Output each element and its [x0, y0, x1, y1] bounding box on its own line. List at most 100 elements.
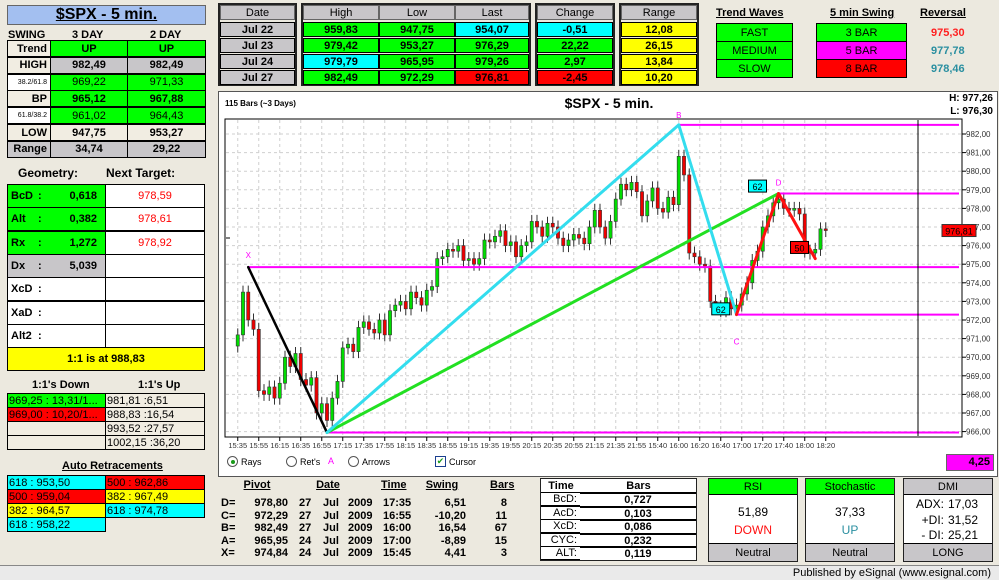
y-tick-label: 982,00	[966, 130, 991, 139]
pivot-label-d: D	[776, 179, 782, 188]
x-tick-label: 18:35	[417, 441, 436, 450]
candle-up	[435, 258, 440, 287]
candle-down	[692, 252, 697, 258]
x-tick-label: 15:40	[648, 441, 667, 450]
candle-up	[650, 187, 655, 202]
candle-down	[272, 386, 277, 399]
candle-down	[414, 291, 419, 298]
candle-up	[545, 222, 550, 237]
y-tick-label: 976,00	[966, 242, 991, 251]
ratio-tag-label: 62	[716, 305, 726, 315]
x-tick-label: 17:15	[333, 441, 352, 450]
candle-up	[424, 289, 429, 306]
candle-up	[587, 226, 592, 245]
candle-up	[346, 343, 350, 349]
x-tick-label: 16:15	[270, 441, 289, 450]
x-tick-label: 19:15	[459, 441, 478, 450]
candle-up	[482, 239, 487, 259]
pivot-a-label: A	[328, 456, 335, 466]
x-tick-label: 18:20	[816, 441, 835, 450]
candle-down	[655, 187, 660, 209]
x-tick-label: 20:35	[543, 441, 562, 450]
x-tick-label: 21:55	[627, 441, 646, 450]
x-tick-label: 16:00	[669, 441, 688, 450]
candle-up	[676, 156, 681, 205]
y-tick-label: 971,00	[966, 335, 991, 344]
y-tick-label: 980,00	[966, 167, 991, 176]
x-tick-label: 16:40	[711, 441, 730, 450]
candle-down	[577, 234, 581, 239]
candle-up	[319, 403, 324, 414]
candle-down	[598, 209, 602, 228]
y-tick-label: 970,00	[966, 353, 991, 362]
candle-up	[241, 291, 245, 336]
candle-down	[351, 343, 356, 352]
candle-up	[818, 228, 823, 250]
candle-down	[262, 390, 266, 395]
last-price-label: 976,81	[945, 227, 973, 237]
rets-radio[interactable]: Ret's	[286, 456, 320, 467]
candle-up	[267, 386, 272, 395]
x-tick-label: 17:35	[354, 441, 373, 450]
price-chart[interactable]: 982,00981,00980,00979,00978,00977,00976,…	[0, 0, 999, 580]
y-tick-label: 966,00	[966, 428, 991, 437]
candle-down	[535, 221, 539, 228]
candle-down	[561, 237, 566, 246]
candle-up	[283, 356, 287, 384]
radio-icon	[286, 456, 297, 467]
radio-icon	[348, 456, 359, 467]
candle-up	[277, 382, 282, 399]
rets-label: Ret's	[300, 456, 321, 467]
y-tick-label: 974,00	[966, 279, 991, 288]
x-tick-label: 20:55	[564, 441, 583, 450]
candle-down	[634, 182, 639, 192]
candle-up	[430, 286, 434, 291]
pivot-label-x: X	[246, 251, 252, 260]
candle-up	[356, 327, 361, 352]
candle-down	[550, 222, 555, 228]
y-tick-label: 975,00	[966, 260, 991, 269]
y-tick-label: 979,00	[966, 186, 991, 195]
candle-up	[508, 241, 513, 246]
candle-down	[503, 230, 508, 246]
candle-up	[477, 258, 482, 265]
y-tick-label: 978,00	[966, 204, 991, 213]
candle-up	[393, 304, 398, 311]
x-tick-label: 18:15	[396, 441, 415, 450]
candle-down	[403, 301, 408, 310]
candle-down	[823, 228, 828, 231]
candle-up	[440, 256, 445, 259]
candle-up	[519, 245, 524, 258]
y-tick-label: 968,00	[966, 390, 991, 399]
pivot-label-b: B	[676, 111, 681, 120]
candle-up	[445, 249, 450, 258]
footer-credit: Published by eSignal (www.esignal.com)	[792, 567, 991, 579]
plot-area	[224, 118, 963, 438]
x-tick-label: 17:55	[375, 441, 394, 450]
candle-down	[640, 191, 644, 217]
candle-down	[451, 249, 455, 252]
candle-up	[666, 196, 671, 213]
candle-up	[629, 182, 634, 191]
ratio-tag-label: 62	[752, 182, 762, 192]
x-tick-label: 17:00	[732, 441, 751, 450]
x-tick-label: 16:20	[690, 441, 709, 450]
candle-down	[703, 263, 707, 267]
candle-down	[367, 321, 371, 330]
candle-down	[540, 226, 545, 237]
cursor-checkbox[interactable]: ✔ Cursor	[435, 456, 476, 467]
arrows-radio[interactable]: Arrows	[348, 456, 390, 467]
y-tick-label: 973,00	[966, 297, 991, 306]
x-tick-label: 17:40	[774, 441, 793, 450]
candle-down	[682, 156, 686, 176]
candle-down	[514, 241, 518, 258]
candle-up	[309, 377, 314, 386]
rays-radio[interactable]: Rays	[227, 456, 262, 467]
x-tick-label: 15:55	[249, 441, 268, 450]
candle-down	[708, 265, 713, 302]
candle-up	[388, 310, 392, 336]
candle-down	[661, 208, 665, 213]
candle-up	[571, 234, 576, 241]
candle-down	[624, 183, 629, 191]
candle-up	[398, 301, 403, 306]
